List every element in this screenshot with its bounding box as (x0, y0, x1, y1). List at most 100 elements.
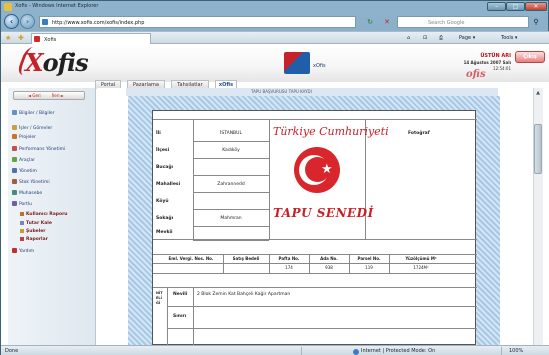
field-label: Bucağı (156, 165, 174, 170)
center-app-name: xOfis (313, 63, 326, 69)
close-button[interactable]: ✕ (525, 2, 547, 11)
sidebar-subitem-icon (20, 212, 24, 216)
national-title: Türkiye Cumhuriyeti (273, 125, 389, 138)
nitelik-divider (167, 306, 477, 307)
sidebar-item-icon (12, 190, 17, 195)
search-icon[interactable]: ⚲ (530, 17, 542, 27)
sidebar-item-icon (12, 125, 17, 130)
field-underline (193, 192, 269, 193)
table-header-cell: Parsel No. (357, 256, 381, 261)
page-icon (42, 19, 48, 25)
field-underline (193, 175, 269, 176)
address-bar[interactable]: http://www.xofis.com/xofis/index.php (39, 16, 356, 28)
tools-menu[interactable]: Tools ▾ (501, 35, 517, 41)
divider-line (193, 119, 194, 239)
sidebar-item-label: Portlu (19, 202, 33, 207)
feeds-icon[interactable]: ⊡ (423, 35, 427, 41)
back-button[interactable]: ‹ (4, 14, 19, 29)
tab-icon (34, 36, 40, 42)
nitelik-label: Sınırı (173, 314, 187, 319)
table-cell: 119 (365, 265, 373, 270)
sidebar-item[interactable]: Yönetim (12, 168, 37, 174)
table-bottom-line (153, 273, 477, 274)
field-value: Zahrannedd (217, 182, 245, 187)
sidebar-item-label: Projeler (19, 135, 37, 140)
divider-line (269, 119, 270, 239)
sidebar-item-icon (12, 110, 17, 115)
nitelik-value: 2 Blok Zemin Kat Bahçeli Kağir Apartman (197, 292, 291, 297)
sidebar-forward-button[interactable]: İleri ► (52, 93, 64, 98)
side-label: NİTELİĞİ (156, 291, 163, 305)
sidebar-item[interactable]: Portlu (12, 201, 32, 207)
sidebar-item[interactable]: Bilgiler / Bilgiler (12, 110, 55, 116)
status-bar: Done Internet | Protected Mode: On 100% (1, 345, 549, 355)
browser-window: Xofis - Windows Internet Explorer – □ ✕ … (0, 0, 549, 355)
field-label: Mahallesi (156, 182, 181, 187)
sidebar-subitem[interactable]: Kullanıcı Raporu (20, 212, 68, 217)
refresh-icon[interactable]: ↻ (364, 17, 376, 27)
scroll-up-icon[interactable]: ▲ (534, 89, 542, 97)
sidebar-item-label: Yardım (19, 249, 35, 254)
maximize-button[interactable]: □ (506, 2, 525, 11)
sidebar-subitem-label: Kullanıcı Raporu (26, 212, 68, 217)
flag-star-icon: ★ (321, 162, 333, 177)
table-cell: 1724M² (413, 265, 429, 270)
add-favorite-icon[interactable]: ✚ (18, 34, 24, 42)
xofis-center-icon (284, 52, 310, 74)
sidebar-item-label: Muhasebe (19, 191, 43, 196)
status-text: Done (5, 348, 19, 354)
page-menu[interactable]: Page ▾ (459, 35, 475, 41)
current-date: 14 Ağustos 2007 Salı (463, 60, 511, 65)
zoom-level[interactable]: 100% (509, 348, 523, 354)
table-top-line (153, 254, 477, 255)
field-underline (193, 141, 269, 142)
browser-tab[interactable]: Xofis (31, 33, 151, 44)
scroll-thumb[interactable] (534, 124, 542, 174)
minimize-button[interactable]: – (487, 2, 506, 11)
sidebar-item[interactable]: Muhasebe (12, 190, 42, 196)
sidebar-item[interactable]: Araçlar (12, 157, 35, 163)
forward-button[interactable]: › (20, 14, 35, 29)
stop-icon[interactable]: ✕ (381, 17, 393, 27)
sidebar-item-icon (12, 201, 17, 206)
xofis-logo[interactable]: Xofis (25, 48, 89, 77)
sidebar-item-icon (12, 168, 17, 173)
sidebar-subitem-label: Raporlar (26, 237, 48, 242)
sidebar-item-icon (12, 179, 17, 184)
favorites-star-icon[interactable]: ★ (5, 34, 11, 42)
status-divider (301, 347, 302, 355)
field-underline (193, 209, 269, 210)
sidebar-subitem[interactable]: Tutar Kale (20, 221, 52, 226)
sidebar-item-label: Performans Yönetimi (19, 147, 66, 152)
field-underline (193, 240, 269, 241)
print-icon[interactable]: ⎙ (439, 35, 443, 41)
search-input[interactable]: Search Google (397, 16, 529, 28)
watermark-logo: ofis (466, 69, 486, 80)
sidebar-item[interactable]: Projeler (12, 134, 36, 140)
field-label: İlçesi (156, 148, 170, 153)
home-icon[interactable]: ⌂ (407, 35, 410, 41)
app-header: Xofis xOfis ÜSTÜN ARI 14 Ağustos 2007 Sa… (1, 44, 549, 82)
sidebar-item[interactable]: Performans Yönetimi (12, 146, 65, 152)
sidebar-item[interactable]: Stok Yönetimi (12, 179, 50, 185)
sidebar-subitem[interactable]: Raporlar (20, 237, 48, 242)
sidebar-item-help[interactable]: Yardım (12, 248, 34, 254)
sidebar-subitem-icon (20, 229, 24, 233)
ie-icon (4, 3, 12, 11)
sidebar-item-icon (12, 134, 17, 139)
navigation-bar: ‹ › http://www.xofis.com/xofis/index.php… (1, 13, 549, 31)
security-zone[interactable]: Internet | Protected Mode: On (361, 348, 435, 354)
sidebar-back-button[interactable]: ◄ Geri (28, 93, 41, 98)
nitelik-divider (167, 328, 477, 329)
sidebar-item-label: Bilgiler / Bilgiler (19, 111, 55, 116)
sidebar-subitem-icon (20, 237, 24, 241)
document-header-strip (126, 88, 498, 96)
sidebar-item-icon (12, 146, 17, 151)
logout-button[interactable]: Çıkış (515, 51, 545, 63)
sidebar-subitem-label: Şubeler (26, 229, 46, 234)
divider-line (167, 287, 168, 345)
sidebar-item-label: Stok Yönetimi (19, 180, 50, 185)
sidebar-subitem[interactable]: Şubeler (20, 229, 46, 234)
page-viewport: Xofis xOfis ÜSTÜN ARI 14 Ağustos 2007 Sa… (1, 44, 549, 345)
sidebar-item[interactable]: İşler / Görevler (12, 125, 52, 131)
